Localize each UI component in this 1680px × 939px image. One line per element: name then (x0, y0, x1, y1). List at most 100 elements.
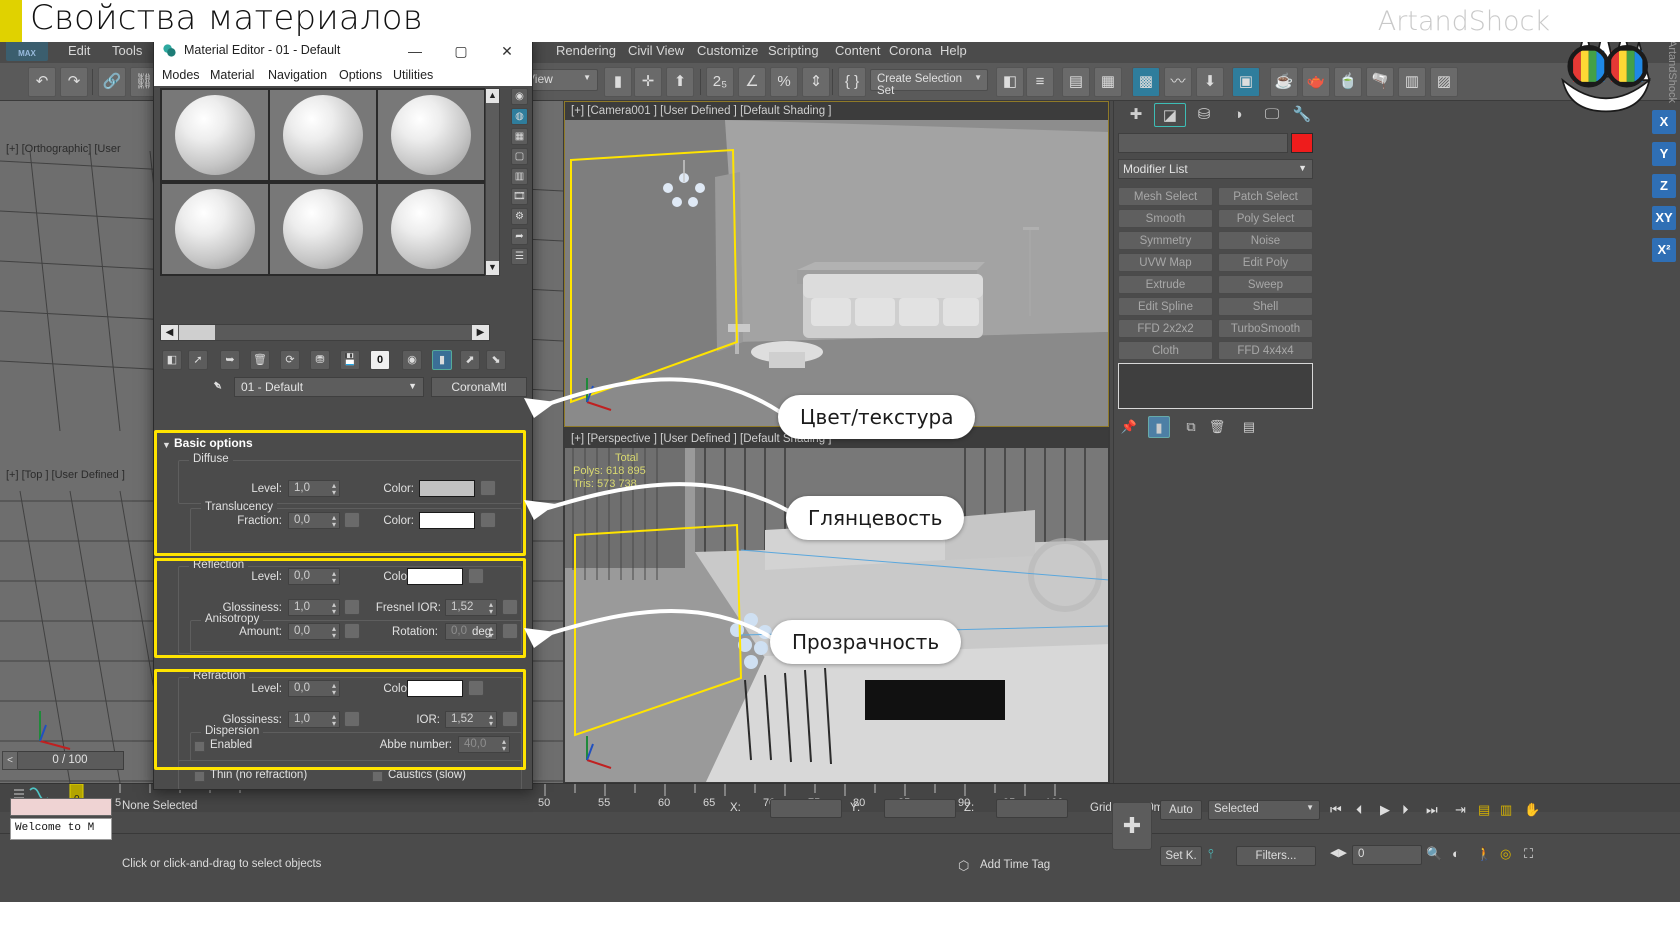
y-coord-field[interactable] (884, 799, 956, 818)
key-filters-button[interactable]: Filters... (1236, 846, 1316, 866)
diffuse-level-spinner[interactable]: 1,0 ▴ ▾ (288, 480, 340, 497)
spinner-arrows-icon[interactable]: ▴ ▾ (332, 682, 336, 697)
modbtn-shell[interactable]: Shell (1218, 297, 1313, 316)
material-editor-icon[interactable]: ⬇ (1196, 67, 1224, 97)
axis-z-button[interactable]: Z (1652, 174, 1676, 198)
corona-extra-icon[interactable]: ▨ (1430, 67, 1458, 97)
zoom-icon[interactable]: 🔍 (1426, 846, 1442, 862)
menu-scripting[interactable]: Scripting (768, 43, 819, 58)
tab-display-icon[interactable]: 🖵 (1256, 103, 1288, 127)
x-coord-field[interactable] (770, 799, 842, 818)
anisotropy-amount-spinner[interactable]: 0,0 ▴ ▾ (288, 623, 340, 640)
refraction-color-map-button[interactable] (468, 680, 484, 696)
axis-xy-button[interactable]: XY (1652, 206, 1676, 230)
sample-slots-hscrollbar[interactable]: ◀ ▶ (160, 324, 490, 341)
field-of-view-icon[interactable]: ◎ (1500, 846, 1511, 862)
video-color-check-icon[interactable]: ▥ (511, 168, 528, 185)
modbtn-smooth[interactable]: Smooth (1118, 209, 1213, 228)
material-type-button[interactable]: CoronaMtl (431, 377, 527, 397)
previous-frame-icon[interactable]: ⏴ (1356, 802, 1363, 818)
frame-stepper-icon[interactable]: ◀▶ (1330, 846, 1347, 859)
schematic-view-icon[interactable]: 〰 (1164, 67, 1192, 97)
named-selection-icon[interactable]: ⬆ (666, 67, 694, 97)
go-forward-to-sibling-icon[interactable]: ⬊ (486, 350, 506, 370)
use-pivot-icon[interactable]: ▮ (604, 67, 632, 97)
show-shaded-material-in-viewport-icon[interactable]: ◉ (402, 350, 422, 370)
time-tag-icon[interactable]: ⬡ (958, 858, 969, 874)
ior-spinner[interactable]: 1,52 ▴ ▾ (445, 711, 497, 728)
background-icon[interactable]: ▦ (511, 128, 528, 145)
max-logo-icon[interactable]: MAX (6, 39, 48, 61)
scroll-up-icon[interactable]: ▲ (486, 89, 499, 103)
render-setup-icon[interactable]: ▣ (1232, 67, 1260, 97)
sample-slot-4[interactable] (160, 182, 270, 276)
spinner-arrows-icon[interactable]: ▴ ▾ (332, 625, 336, 640)
modbtn-patch-select[interactable]: Patch Select (1218, 187, 1313, 206)
play-animation-icon[interactable]: ▶ (1380, 802, 1390, 818)
sample-slot-6[interactable] (376, 182, 486, 276)
modbtn-extrude[interactable]: Extrude (1118, 275, 1213, 294)
menu-tools[interactable]: Tools (112, 43, 142, 58)
reset-map-icon[interactable]: 🗑 (250, 350, 270, 370)
refraction-level-spinner[interactable]: 0,0 ▴ ▾ (288, 680, 340, 697)
spinner-arrows-icon[interactable]: ▴ ▾ (332, 482, 336, 497)
modbtn-cloth[interactable]: Cloth (1118, 341, 1213, 360)
spinner-arrows-icon[interactable]: ▴ ▾ (489, 713, 493, 728)
spinner-arrows-icon[interactable]: ▴ ▾ (332, 713, 336, 728)
sample-type-icon[interactable]: ◉ (511, 88, 528, 105)
show-end-result-icon[interactable]: ▮ (1148, 416, 1170, 438)
walkthrough-icon[interactable]: 🚶 (1476, 846, 1492, 862)
sample-slot-5[interactable] (268, 182, 378, 276)
scroll-down-icon[interactable]: ▼ (486, 261, 499, 275)
snap-toggle-icon[interactable]: 2₅ (706, 67, 734, 97)
sample-slots-scrollbar[interactable]: ▲ ▼ (485, 88, 500, 276)
go-to-start-icon[interactable]: ⏮ (1330, 802, 1342, 818)
me-menu-options[interactable]: Options (339, 68, 382, 82)
axis-x-button[interactable]: X (1652, 110, 1676, 134)
spinner-arrows-icon[interactable]: ▴ ▾ (489, 601, 493, 616)
ior-map-button[interactable] (502, 711, 518, 727)
translucency-color-swatch[interactable] (419, 512, 475, 529)
mirror-icon[interactable]: ◧ (996, 67, 1024, 97)
reflection-glossiness-spinner[interactable]: 1,0 ▴ ▾ (288, 599, 340, 616)
reflection-color-swatch[interactable] (407, 568, 463, 585)
make-unique-icon[interactable]: ⧉ (1180, 416, 1202, 438)
tab-create-icon[interactable]: ✚ (1120, 103, 1152, 127)
modbtn-edit-poly[interactable]: Edit Poly (1218, 253, 1313, 272)
options-icon[interactable]: ⚙ (511, 208, 528, 225)
diffuse-map-button[interactable] (480, 480, 496, 496)
key-mode-toggle-icon[interactable]: ⇥ (1455, 802, 1466, 818)
maximize-viewport-icon[interactable]: ⛶ (1524, 846, 1533, 862)
layer-manager-icon[interactable]: ▤ (1062, 67, 1090, 97)
corona-render-icon[interactable]: 🍵 (1334, 67, 1362, 97)
diffuse-color-swatch[interactable] (419, 480, 475, 497)
me-menu-utilities[interactable]: Utilities (393, 68, 433, 82)
modbtn-edit-spline[interactable]: Edit Spline (1118, 297, 1213, 316)
me-menu-navigation[interactable]: Navigation (268, 68, 327, 82)
spinner-arrows-icon[interactable]: ▴ ▾ (332, 514, 336, 529)
configure-sets-icon[interactable]: ▤ (1238, 416, 1260, 438)
put-material-to-scene-icon[interactable]: ➚ (188, 350, 208, 370)
pan-view-icon[interactable]: ✋ (1524, 802, 1540, 818)
select-by-material-icon[interactable]: ➦ (511, 228, 528, 245)
add-time-tag-plus-icon[interactable]: ✚ (1112, 802, 1152, 850)
pin-stack-icon[interactable]: 📌 (1118, 416, 1140, 438)
backlight-icon[interactable]: ◍ (511, 108, 528, 125)
set-key-button[interactable]: Set K. (1160, 846, 1202, 866)
reflection-color-map-button[interactable] (468, 568, 484, 584)
material-id-channel-icon[interactable]: ☰ (511, 248, 528, 265)
sample-slot-3[interactable] (376, 88, 486, 182)
percent-snap-icon[interactable]: % (770, 67, 798, 97)
axis-x2-button[interactable]: X² (1652, 238, 1676, 262)
z-coord-field[interactable] (996, 799, 1068, 818)
abbe-number-spinner[interactable]: 40,0 ▴ ▾ (458, 736, 510, 753)
modbtn-uvw-map[interactable]: UVW Map (1118, 253, 1213, 272)
me-menu-material[interactable]: Material (210, 68, 254, 82)
tab-modify-icon[interactable]: ◪ (1154, 103, 1186, 127)
axis-y-button[interactable]: Y (1652, 142, 1676, 166)
auto-key-button[interactable]: Auto (1160, 800, 1202, 820)
spinner-arrows-icon[interactable]: ▴ ▾ (332, 570, 336, 585)
go-to-parent-icon[interactable]: ⬈ (460, 350, 480, 370)
align-icon[interactable]: ≡ (1026, 67, 1054, 97)
key-mode-dropdown[interactable]: Selected ▼ (1208, 800, 1320, 820)
